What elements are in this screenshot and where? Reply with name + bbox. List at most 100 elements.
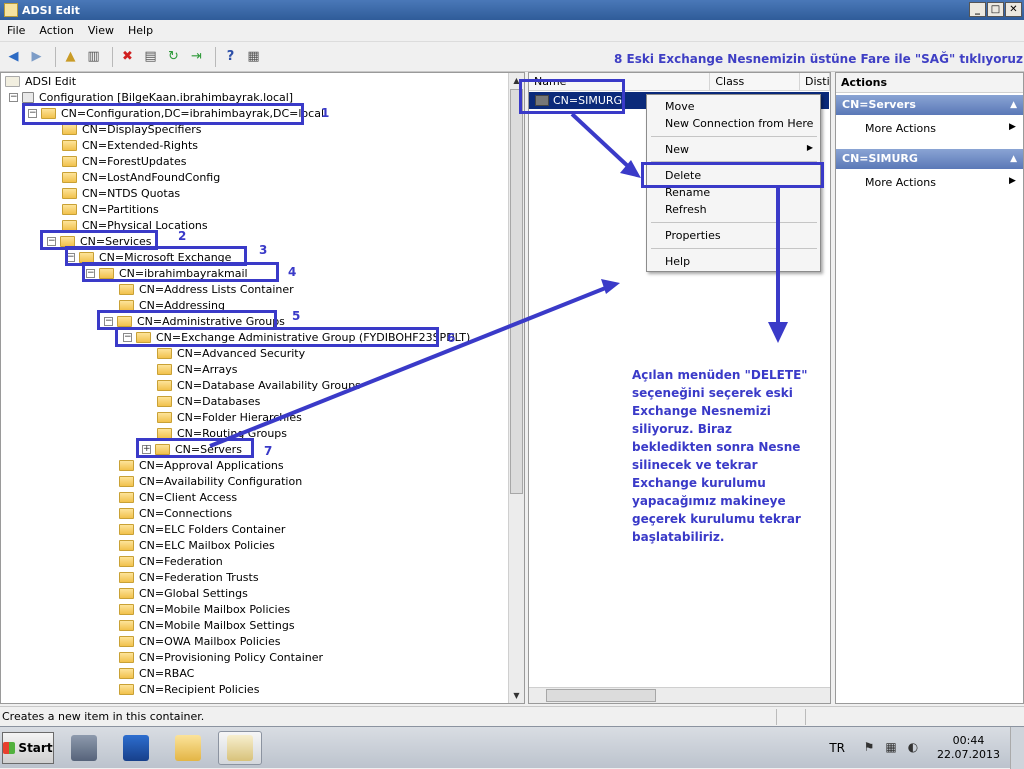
back-icon[interactable]: ◀ — [4, 47, 23, 66]
highlight-box-simurg — [519, 79, 625, 114]
collapse-icon[interactable]: − — [9, 92, 18, 102]
menu-item-refresh[interactable]: Refresh — [665, 203, 707, 216]
menu-separator — [651, 222, 817, 223]
tree-item[interactable]: CN=RBAC — [119, 665, 194, 681]
tree-item[interactable]: CN=ELC Folders Container — [119, 521, 285, 537]
scrollbar-thumb[interactable] — [546, 689, 656, 702]
taskbar-explorer[interactable] — [166, 731, 210, 765]
tree-item[interactable]: CN=Federation Trusts — [119, 569, 259, 585]
menu-action[interactable]: Action — [32, 24, 80, 37]
menu-file[interactable]: File — [0, 24, 32, 37]
forward-icon[interactable]: ▶ — [27, 47, 46, 66]
tree-item[interactable]: CN=Provisioning Policy Container — [119, 649, 323, 665]
volume-muted-icon[interactable]: ◐ — [905, 740, 921, 756]
menu-item-new-connection[interactable]: New Connection from Here — [665, 117, 813, 130]
taskbar-server-manager[interactable] — [62, 731, 106, 765]
step-number-7: 7 — [264, 444, 273, 458]
list-horizontal-scrollbar[interactable] — [529, 687, 830, 703]
actions-more-actions-simurg[interactable]: More Actions ▶ — [865, 176, 1016, 189]
language-indicator[interactable]: TR — [829, 741, 845, 755]
minimize-button[interactable]: _ — [969, 2, 986, 17]
step-number-1: 1 — [321, 106, 330, 120]
refresh-icon[interactable]: ↻ — [164, 47, 183, 66]
tree-item[interactable]: CN=Recipient Policies — [119, 681, 259, 697]
tree-item[interactable]: CN=OWA Mailbox Policies — [119, 633, 281, 649]
scroll-down-icon[interactable]: ▼ — [509, 688, 524, 703]
tree-item[interactable]: CN=Databases — [157, 393, 260, 409]
tree-item[interactable]: CN=Extended-Rights — [62, 137, 198, 153]
step-number-3: 3 — [259, 243, 268, 257]
tree-label: CN=Arrays — [177, 362, 238, 376]
clock[interactable]: 00:44 22.07.2013 — [937, 734, 1000, 762]
collapse-up-icon[interactable]: ▲ — [1010, 95, 1017, 115]
folder-icon — [157, 347, 172, 359]
tree-item[interactable]: CN=Partitions — [62, 201, 159, 217]
tree-item[interactable]: CN=Mobile Mailbox Policies — [119, 601, 290, 617]
tree-label: CN=NTDS Quotas — [82, 186, 181, 200]
flag-icon[interactable]: ⚑ — [861, 740, 877, 756]
network-icon[interactable]: ▦ — [883, 740, 899, 756]
folder-icon — [157, 395, 172, 407]
show-hide-tree-icon[interactable]: ▥ — [84, 47, 103, 66]
menu-item-help[interactable]: Help — [665, 255, 690, 268]
menu-item-properties[interactable]: Properties — [665, 229, 721, 242]
column-distinguished-name[interactable]: Distin — [800, 73, 830, 91]
tree-scrollbar[interactable]: ▲ ▼ — [508, 73, 524, 703]
step-number-4: 4 — [288, 265, 297, 279]
properties-icon[interactable]: ▤ — [141, 47, 160, 66]
up-folder-icon[interactable]: ▲ — [61, 47, 80, 66]
status-divider — [776, 709, 777, 725]
folder-icon — [157, 363, 172, 375]
actions-section-simurg[interactable]: CN=SIMURG ▲ — [836, 149, 1023, 169]
tree-item[interactable]: CN=Availability Configuration — [119, 473, 302, 489]
tree-item[interactable]: CN=Advanced Security — [157, 345, 305, 361]
tree-item[interactable]: CN=Address Lists Container — [119, 281, 294, 297]
show-action-pane-icon[interactable]: ▦ — [244, 47, 263, 66]
taskbar-adsi-edit[interactable] — [218, 730, 262, 765]
tree-item[interactable]: CN=Connections — [119, 505, 232, 521]
menu-view[interactable]: View — [81, 24, 121, 37]
action-label: More Actions — [865, 176, 936, 189]
tree-item[interactable]: CN=Folder Hierarchies — [157, 409, 302, 425]
folder-icon — [119, 571, 134, 583]
tree-item[interactable]: CN=NTDS Quotas — [62, 185, 180, 201]
tree-root[interactable]: ADSI Edit — [5, 73, 76, 89]
export-list-icon[interactable]: ⇥ — [187, 47, 206, 66]
tree-label: CN=Databases — [177, 394, 261, 408]
tree-item[interactable]: CN=Global Settings — [119, 585, 248, 601]
actions-more-actions-servers[interactable]: More Actions ▶ — [865, 122, 1016, 135]
folder-icon — [157, 379, 172, 391]
tree-item[interactable]: CN=ELC Mailbox Policies — [119, 537, 275, 553]
delete-icon[interactable]: ✖ — [118, 47, 137, 66]
menu-help[interactable]: Help — [121, 24, 160, 37]
menu-separator — [651, 248, 817, 249]
tree-item[interactable]: CN=Client Access — [119, 489, 237, 505]
column-class[interactable]: Class — [710, 73, 800, 91]
tree-item[interactable]: CN=ForestUpdates — [62, 153, 186, 169]
menu-item-new[interactable]: New ▶ — [665, 143, 813, 156]
tree-label: CN=LostAndFoundConfig — [82, 170, 221, 184]
tree-item[interactable]: CN=Arrays — [157, 361, 237, 377]
help-icon[interactable]: ? — [221, 47, 240, 66]
collapse-up-icon[interactable]: ▲ — [1010, 149, 1017, 169]
menu-bar: File Action View Help — [0, 20, 1024, 42]
tree-item[interactable]: CN=LostAndFoundConfig — [62, 169, 220, 185]
tree-label: CN=Address Lists Container — [139, 282, 294, 296]
close-button[interactable]: ✕ — [1005, 2, 1022, 17]
actions-section-servers[interactable]: CN=Servers ▲ — [836, 95, 1023, 115]
maximize-button[interactable]: □ — [987, 2, 1004, 17]
show-desktop-button[interactable] — [1010, 727, 1024, 769]
tree-item[interactable]: CN=Approval Applications — [119, 457, 284, 473]
tree-item[interactable]: CN=Federation — [119, 553, 223, 569]
adsi-edit-icon — [227, 734, 253, 761]
taskbar-powershell[interactable] — [114, 731, 158, 765]
toolbar-divider — [215, 46, 216, 67]
menu-item-move[interactable]: Move — [665, 100, 695, 113]
tree-item[interactable]: CN=Database Availability Groups — [157, 377, 361, 393]
scrollbar-thumb[interactable] — [510, 89, 523, 494]
start-button[interactable]: Start — [2, 731, 54, 764]
tree-item[interactable]: CN=Mobile Mailbox Settings — [119, 617, 295, 633]
folder-icon — [119, 507, 134, 519]
start-label: Start — [18, 740, 53, 755]
tree-pane[interactable]: ADSI Edit − Configuration [BilgeKaan.ibra… — [0, 72, 525, 704]
